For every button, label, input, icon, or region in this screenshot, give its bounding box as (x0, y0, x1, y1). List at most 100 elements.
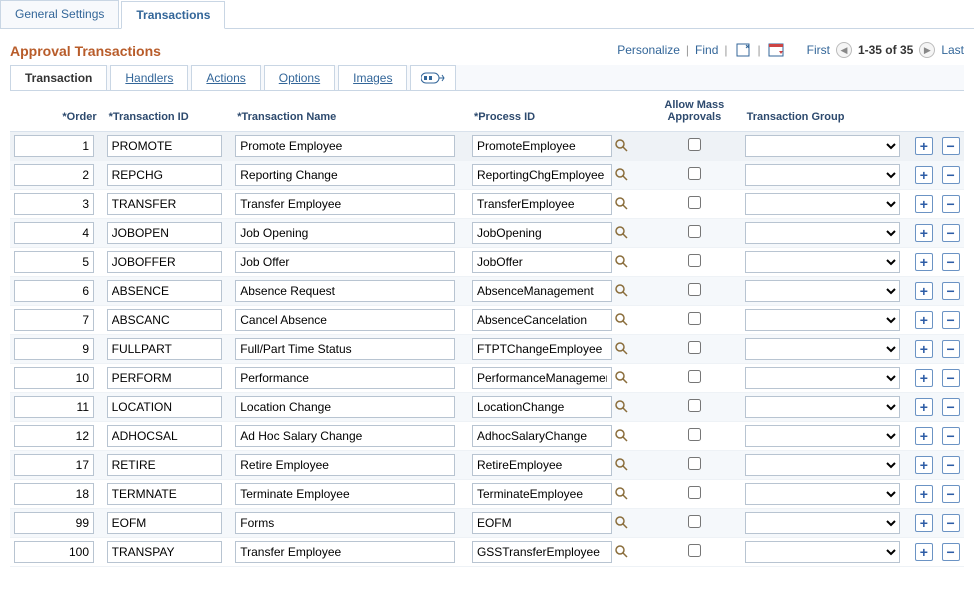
transaction-id-input[interactable] (107, 164, 222, 186)
lookup-icon[interactable] (614, 370, 630, 386)
process-id-input[interactable] (472, 396, 612, 418)
order-input[interactable] (14, 193, 94, 215)
process-id-input[interactable] (472, 164, 612, 186)
transaction-name-input[interactable] (235, 483, 455, 505)
transaction-name-input[interactable] (235, 193, 455, 215)
delete-row-button[interactable]: − (942, 340, 960, 358)
lookup-icon[interactable] (614, 312, 630, 328)
process-id-input[interactable] (472, 367, 612, 389)
delete-row-button[interactable]: − (942, 195, 960, 213)
add-row-button[interactable]: + (915, 166, 933, 184)
delete-row-button[interactable]: − (942, 166, 960, 184)
transaction-group-select[interactable] (745, 309, 900, 331)
transaction-id-input[interactable] (107, 280, 222, 302)
delete-row-button[interactable]: − (942, 456, 960, 474)
add-row-button[interactable]: + (915, 543, 933, 561)
page-tab-transactions[interactable]: Transactions (121, 1, 225, 29)
transaction-id-input[interactable] (107, 425, 222, 447)
process-id-input[interactable] (472, 135, 612, 157)
lookup-icon[interactable] (614, 486, 630, 502)
delete-row-button[interactable]: − (942, 514, 960, 532)
lookup-icon[interactable] (614, 515, 630, 531)
add-row-button[interactable]: + (915, 427, 933, 445)
order-input[interactable] (14, 338, 94, 360)
lookup-icon[interactable] (614, 283, 630, 299)
next-arrow-icon[interactable]: ▶ (919, 42, 935, 58)
lookup-icon[interactable] (614, 428, 630, 444)
delete-row-button[interactable]: − (942, 427, 960, 445)
transaction-id-input[interactable] (107, 135, 222, 157)
transaction-group-select[interactable] (745, 251, 900, 273)
lookup-icon[interactable] (614, 138, 630, 154)
process-id-input[interactable] (472, 222, 612, 244)
allow-mass-checkbox[interactable] (688, 254, 701, 267)
transaction-id-input[interactable] (107, 309, 222, 331)
col-header-allow-mass[interactable]: Allow Mass Approvals (648, 91, 741, 132)
transaction-name-input[interactable] (235, 309, 455, 331)
transaction-name-input[interactable] (235, 396, 455, 418)
last-link[interactable]: Last (941, 43, 964, 57)
allow-mass-checkbox[interactable] (688, 457, 701, 470)
allow-mass-checkbox[interactable] (688, 486, 701, 499)
page-tab-general-settings[interactable]: General Settings (0, 0, 119, 28)
transaction-group-select[interactable] (745, 280, 900, 302)
order-input[interactable] (14, 512, 94, 534)
process-id-input[interactable] (472, 454, 612, 476)
transaction-group-select[interactable] (745, 338, 900, 360)
sub-tab-handlers[interactable]: Handlers (110, 65, 188, 90)
order-input[interactable] (14, 483, 94, 505)
order-input[interactable] (14, 164, 94, 186)
order-input[interactable] (14, 454, 94, 476)
transaction-name-input[interactable] (235, 541, 455, 563)
transaction-name-input[interactable] (235, 164, 455, 186)
col-header-process-id[interactable]: *Process ID (468, 91, 648, 132)
order-input[interactable] (14, 309, 94, 331)
transaction-name-input[interactable] (235, 512, 455, 534)
process-id-input[interactable] (472, 193, 612, 215)
process-id-input[interactable] (472, 483, 612, 505)
process-id-input[interactable] (472, 280, 612, 302)
add-row-button[interactable]: + (915, 369, 933, 387)
find-link[interactable]: Find (695, 43, 718, 57)
allow-mass-checkbox[interactable] (688, 225, 701, 238)
delete-row-button[interactable]: − (942, 398, 960, 416)
first-link[interactable]: First (807, 43, 830, 57)
process-id-input[interactable] (472, 338, 612, 360)
allow-mass-checkbox[interactable] (688, 196, 701, 209)
transaction-group-select[interactable] (745, 425, 900, 447)
sub-tab-transaction[interactable]: Transaction (10, 65, 107, 90)
lookup-icon[interactable] (614, 399, 630, 415)
allow-mass-checkbox[interactable] (688, 167, 701, 180)
allow-mass-checkbox[interactable] (688, 428, 701, 441)
order-input[interactable] (14, 541, 94, 563)
col-header-transaction-group[interactable]: Transaction Group (741, 91, 911, 132)
transaction-name-input[interactable] (235, 222, 455, 244)
transaction-group-select[interactable] (745, 483, 900, 505)
delete-row-button[interactable]: − (942, 485, 960, 503)
transaction-name-input[interactable] (235, 425, 455, 447)
add-row-button[interactable]: + (915, 514, 933, 532)
process-id-input[interactable] (472, 251, 612, 273)
delete-row-button[interactable]: − (942, 282, 960, 300)
delete-row-button[interactable]: − (942, 311, 960, 329)
process-id-input[interactable] (472, 309, 612, 331)
allow-mass-checkbox[interactable] (688, 312, 701, 325)
transaction-id-input[interactable] (107, 512, 222, 534)
transaction-id-input[interactable] (107, 541, 222, 563)
transaction-group-select[interactable] (745, 396, 900, 418)
add-row-button[interactable]: + (915, 456, 933, 474)
allow-mass-checkbox[interactable] (688, 370, 701, 383)
transaction-id-input[interactable] (107, 483, 222, 505)
lookup-icon[interactable] (614, 167, 630, 183)
transaction-id-input[interactable] (107, 454, 222, 476)
order-input[interactable] (14, 135, 94, 157)
order-input[interactable] (14, 425, 94, 447)
sub-tab-images[interactable]: Images (338, 65, 407, 90)
lookup-icon[interactable] (614, 225, 630, 241)
transaction-id-input[interactable] (107, 193, 222, 215)
delete-row-button[interactable]: − (942, 369, 960, 387)
process-id-input[interactable] (472, 425, 612, 447)
sub-tab-show-all[interactable] (410, 65, 456, 90)
allow-mass-checkbox[interactable] (688, 544, 701, 557)
transaction-group-select[interactable] (745, 512, 900, 534)
